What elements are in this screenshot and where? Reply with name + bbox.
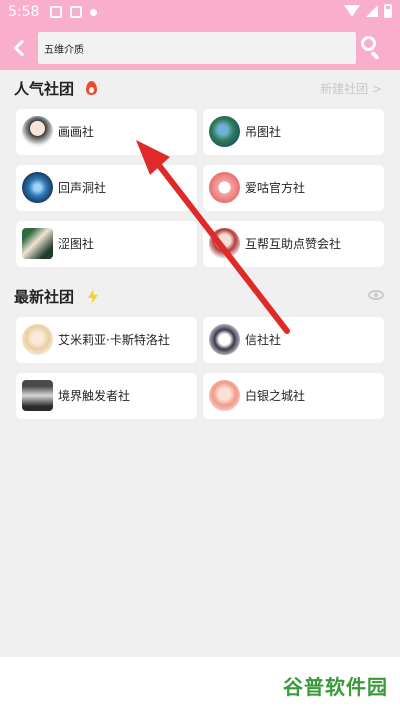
club-name: 互帮互助点赞会社 (245, 237, 342, 251)
club-name: 信社社 (245, 333, 282, 347)
club-name: 画画社 (58, 125, 95, 139)
club-card-0[interactable]: 画画社 (16, 109, 197, 155)
club-avatar (22, 380, 53, 411)
club-card-new-0[interactable]: 艾米莉亚·卡斯特洛社 (16, 317, 197, 363)
search-input[interactable] (38, 32, 356, 64)
chevron-left-icon (13, 39, 31, 57)
club-avatar (209, 380, 240, 411)
club-card-4[interactable]: 涩图社 (16, 221, 197, 267)
status-bar: 5:58 (0, 0, 400, 26)
club-card-5[interactable]: 互帮互助点赞会社 (203, 221, 384, 267)
signal-icon (366, 5, 378, 17)
popular-title: 人气社团 (14, 80, 75, 98)
wifi-icon (344, 5, 360, 17)
back-button[interactable] (8, 36, 32, 60)
club-card-3[interactable]: 爱咕官方社 (203, 165, 384, 211)
club-name: 境界触发者社 (58, 389, 131, 403)
club-name: 回声洞社 (58, 181, 107, 195)
watermark-logo: 谷普软件园 (283, 675, 388, 699)
search-icon (361, 36, 376, 51)
club-avatar (22, 116, 53, 147)
newest-title: 最新社团 (14, 288, 75, 306)
new-club-link[interactable]: 新建社团 > (320, 80, 382, 97)
lightning-icon (88, 289, 98, 304)
bottom-bar: 谷普软件园 (0, 657, 400, 711)
eye-icon[interactable] (368, 290, 384, 300)
newest-header: 最新社团 (0, 286, 400, 310)
club-card-new-1[interactable]: 信社社 (203, 317, 384, 363)
club-avatar (209, 324, 240, 355)
battery-icon (384, 4, 392, 18)
system-icons (344, 4, 392, 18)
app-icon (70, 6, 82, 18)
popular-header: 人气社团 新建社团 > (0, 78, 400, 102)
gallery-icon (50, 6, 62, 18)
notification-icons (50, 6, 97, 18)
club-card-1[interactable]: 吊图社 (203, 109, 384, 155)
club-name: 白银之城社 (245, 389, 306, 403)
status-time: 5:58 (8, 4, 40, 20)
club-avatar (209, 172, 240, 203)
club-card-new-2[interactable]: 境界触发者社 (16, 373, 197, 419)
club-card-new-3[interactable]: 白银之城社 (203, 373, 384, 419)
club-avatar (22, 324, 53, 355)
search-button[interactable] (358, 34, 384, 61)
club-card-2[interactable]: 回声洞社 (16, 165, 197, 211)
club-name: 吊图社 (245, 125, 282, 139)
dot-icon (90, 9, 97, 16)
search-bar (0, 26, 400, 70)
club-name: 涩图社 (58, 237, 95, 251)
fire-icon (86, 81, 97, 95)
club-avatar (209, 228, 240, 259)
club-avatar (22, 172, 53, 203)
club-avatar (22, 228, 53, 259)
search-icon-handle (370, 50, 380, 61)
club-avatar (209, 116, 240, 147)
club-name: 爱咕官方社 (245, 181, 306, 195)
club-name: 艾米莉亚·卡斯特洛社 (58, 333, 170, 347)
